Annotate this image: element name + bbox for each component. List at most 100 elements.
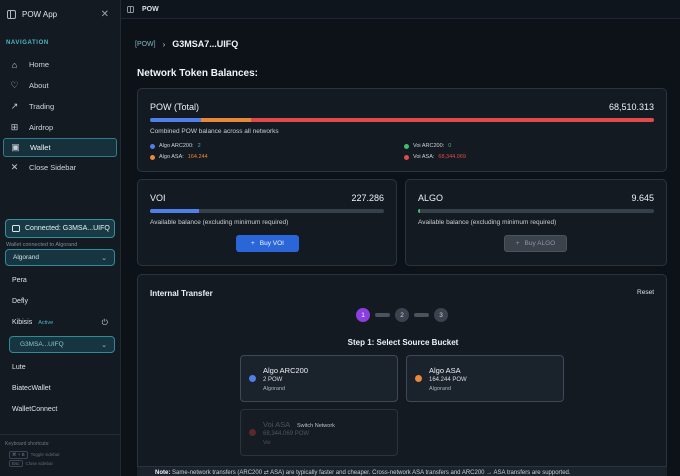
sidebar-item-close-sidebar[interactable]: ✕ Close Sidebar [3, 157, 117, 178]
wallet-option-lute[interactable]: Lute [0, 357, 120, 378]
algo-header: ALGO 9.645 [418, 193, 654, 203]
close-icon: ✕ [10, 162, 19, 172]
kibisis-label-group: Kibisis Active [12, 319, 53, 326]
total-bar-segment-3 [250, 118, 654, 122]
shortcuts-title: Keyboard shortcuts: [5, 441, 50, 447]
buy-voi-label: Buy VOI [259, 240, 284, 247]
bucket-network: Algorand [263, 386, 286, 392]
legend-value: 68,344.069 [438, 154, 466, 160]
legend-label: Algo ASA: [159, 154, 184, 160]
bucket-dot [249, 429, 256, 436]
voi-progress-fill [150, 209, 200, 213]
buy-algo-label: Buy ALGO [524, 240, 556, 247]
algo-progress-bar [418, 209, 654, 213]
bucket-amount: 164.244 POW [429, 377, 467, 383]
connected-wallet-button[interactable]: Connected: G3MSA...UIFQ [5, 219, 115, 238]
pow-total-subtitle: Combined POW balance across all networks [150, 128, 279, 135]
plus-icon: + [250, 240, 255, 247]
sidebar-item-label: Wallet [30, 143, 51, 152]
network-select[interactable]: Algorand ⌄ [5, 249, 115, 266]
sidebar-item-trading[interactable]: ↗ Trading [3, 96, 117, 117]
shortcut-keys: Esc [9, 460, 23, 467]
algo-label: ALGO [418, 193, 444, 203]
internal-transfer-card: Internal Transfer Reset 1 2 3 Step 1: Se… [137, 274, 667, 476]
wallet-option-biatec[interactable]: BiatecWallet [0, 378, 120, 399]
algo-subtitle: Available balance (excluding minimum req… [418, 219, 557, 226]
note-label: Note: [155, 470, 171, 476]
transfer-note: Note: Same-network transfers (ARC200 ⇄ A… [137, 466, 667, 476]
sidebar-item-about[interactable]: ♡ About [3, 75, 117, 96]
page-title: Network Token Balances: [137, 68, 258, 79]
legend-label: Voi ARC200: [413, 143, 445, 149]
connected-subtitle: Wallet connected to Algorand [6, 242, 78, 248]
shortcut-label: Close sidebar [25, 461, 54, 466]
breadcrumb-tag[interactable]: [POW] [135, 41, 156, 48]
wallet-option-kibisis[interactable]: Kibisis Active ⏻ [0, 312, 120, 333]
legend-dot [150, 154, 155, 160]
voi-amount: 227.286 [351, 193, 384, 203]
wallet-option-defly[interactable]: Defly [0, 291, 120, 312]
step-connector [375, 313, 390, 317]
sidebar-item-home[interactable]: ⌂ Home [3, 54, 117, 75]
bucket-dot [249, 375, 256, 382]
bucket-network: Voi [263, 440, 271, 446]
chevron-down-icon: ⌄ [101, 341, 107, 349]
shortcut-close: Esc Close sidebar [5, 459, 120, 468]
address-select[interactable]: G3MSA...UIFQ ⌄ [9, 336, 115, 353]
buy-algo-button[interactable]: + Buy ALGO [504, 235, 567, 252]
toggle-sidebar-icon[interactable] [127, 5, 134, 13]
step-2[interactable]: 2 [395, 308, 409, 322]
stepper: 1 2 3 [356, 308, 448, 322]
plus-icon: + [515, 240, 520, 247]
algo-balance-card: ALGO 9.645 Available balance (excluding … [405, 179, 667, 266]
legend-algo-asa: Algo ASA: 164.244 [150, 154, 208, 160]
sidebar-item-airdrop[interactable]: ⊞ Airdrop [3, 117, 117, 138]
shortcut-keys: ⌘ + B [9, 450, 28, 459]
step-3[interactable]: 3 [434, 308, 448, 322]
wallet-option-pera[interactable]: Pera [0, 270, 120, 291]
legend-label: Algo ARC200: [159, 143, 194, 149]
legend-dot [404, 154, 409, 160]
shortcut-label: Toggle sidebar [30, 452, 60, 457]
breadcrumb-address: G3MSA7...UIFQ [172, 39, 239, 49]
wallet-icon: ▣ [11, 142, 20, 152]
sidebar-panel-icon [7, 9, 16, 19]
bucket-algo-arc200[interactable]: Algo ARC200 2 POW Algorand [240, 355, 398, 402]
chevron-right-icon: › [162, 39, 166, 49]
connected-label: Connected: G3MSA...UIFQ [25, 225, 110, 232]
step-1[interactable]: 1 [356, 308, 370, 322]
voi-header: VOI 227.286 [150, 193, 384, 203]
pow-total-bar [150, 118, 654, 122]
power-icon[interactable]: ⏻ [102, 318, 108, 328]
wallet-option-walletconnect[interactable]: WalletConnect [0, 399, 120, 420]
transfer-title: Internal Transfer [150, 289, 213, 298]
app-title: POW App [22, 9, 58, 19]
bucket-dot [415, 375, 422, 382]
sidebar-item-label: About [29, 81, 49, 90]
chevron-down-icon: ⌄ [101, 254, 107, 262]
bucket-network: Algorand [429, 386, 452, 392]
total-bar-segment-2 [200, 118, 251, 122]
close-sidebar-icon[interactable]: ✕ [101, 9, 109, 20]
voi-subtitle: Available balance (excluding minimum req… [150, 219, 289, 226]
algo-amount: 9.645 [631, 193, 654, 203]
pow-total-card: POW (Total) 68,510.313 Combined POW bala… [137, 88, 667, 172]
sidebar: POW App ✕ NAVIGATION ⌂ Home ♡ About ↗ Tr… [0, 0, 121, 476]
bucket-algo-asa[interactable]: Algo ASA 164.244 POW Algorand [406, 355, 564, 402]
trend-icon: ↗ [10, 101, 19, 111]
sidebar-item-label: Airdrop [29, 123, 54, 132]
network-select-value: Algorand [13, 254, 40, 261]
legend-value: 2 [197, 143, 201, 149]
reset-button[interactable]: Reset [637, 289, 654, 296]
legend-value: 0 [448, 143, 452, 149]
topbar-title: POW [142, 5, 159, 13]
legend-value: 164.244 [187, 154, 208, 160]
buy-voi-button[interactable]: + Buy VOI [236, 235, 299, 252]
bucket-name: Algo ASA [429, 366, 461, 375]
app-root: POW App ✕ NAVIGATION ⌂ Home ♡ About ↗ Tr… [0, 0, 680, 476]
step-title: Step 1: Select Source Bucket [347, 338, 459, 347]
sidebar-item-wallet[interactable]: ▣ Wallet [3, 138, 117, 157]
voi-balance-card: VOI 227.286 Available balance (excluding… [137, 179, 397, 266]
sidebar-item-label: Close Sidebar [29, 163, 77, 172]
algo-progress-fill [418, 209, 421, 213]
